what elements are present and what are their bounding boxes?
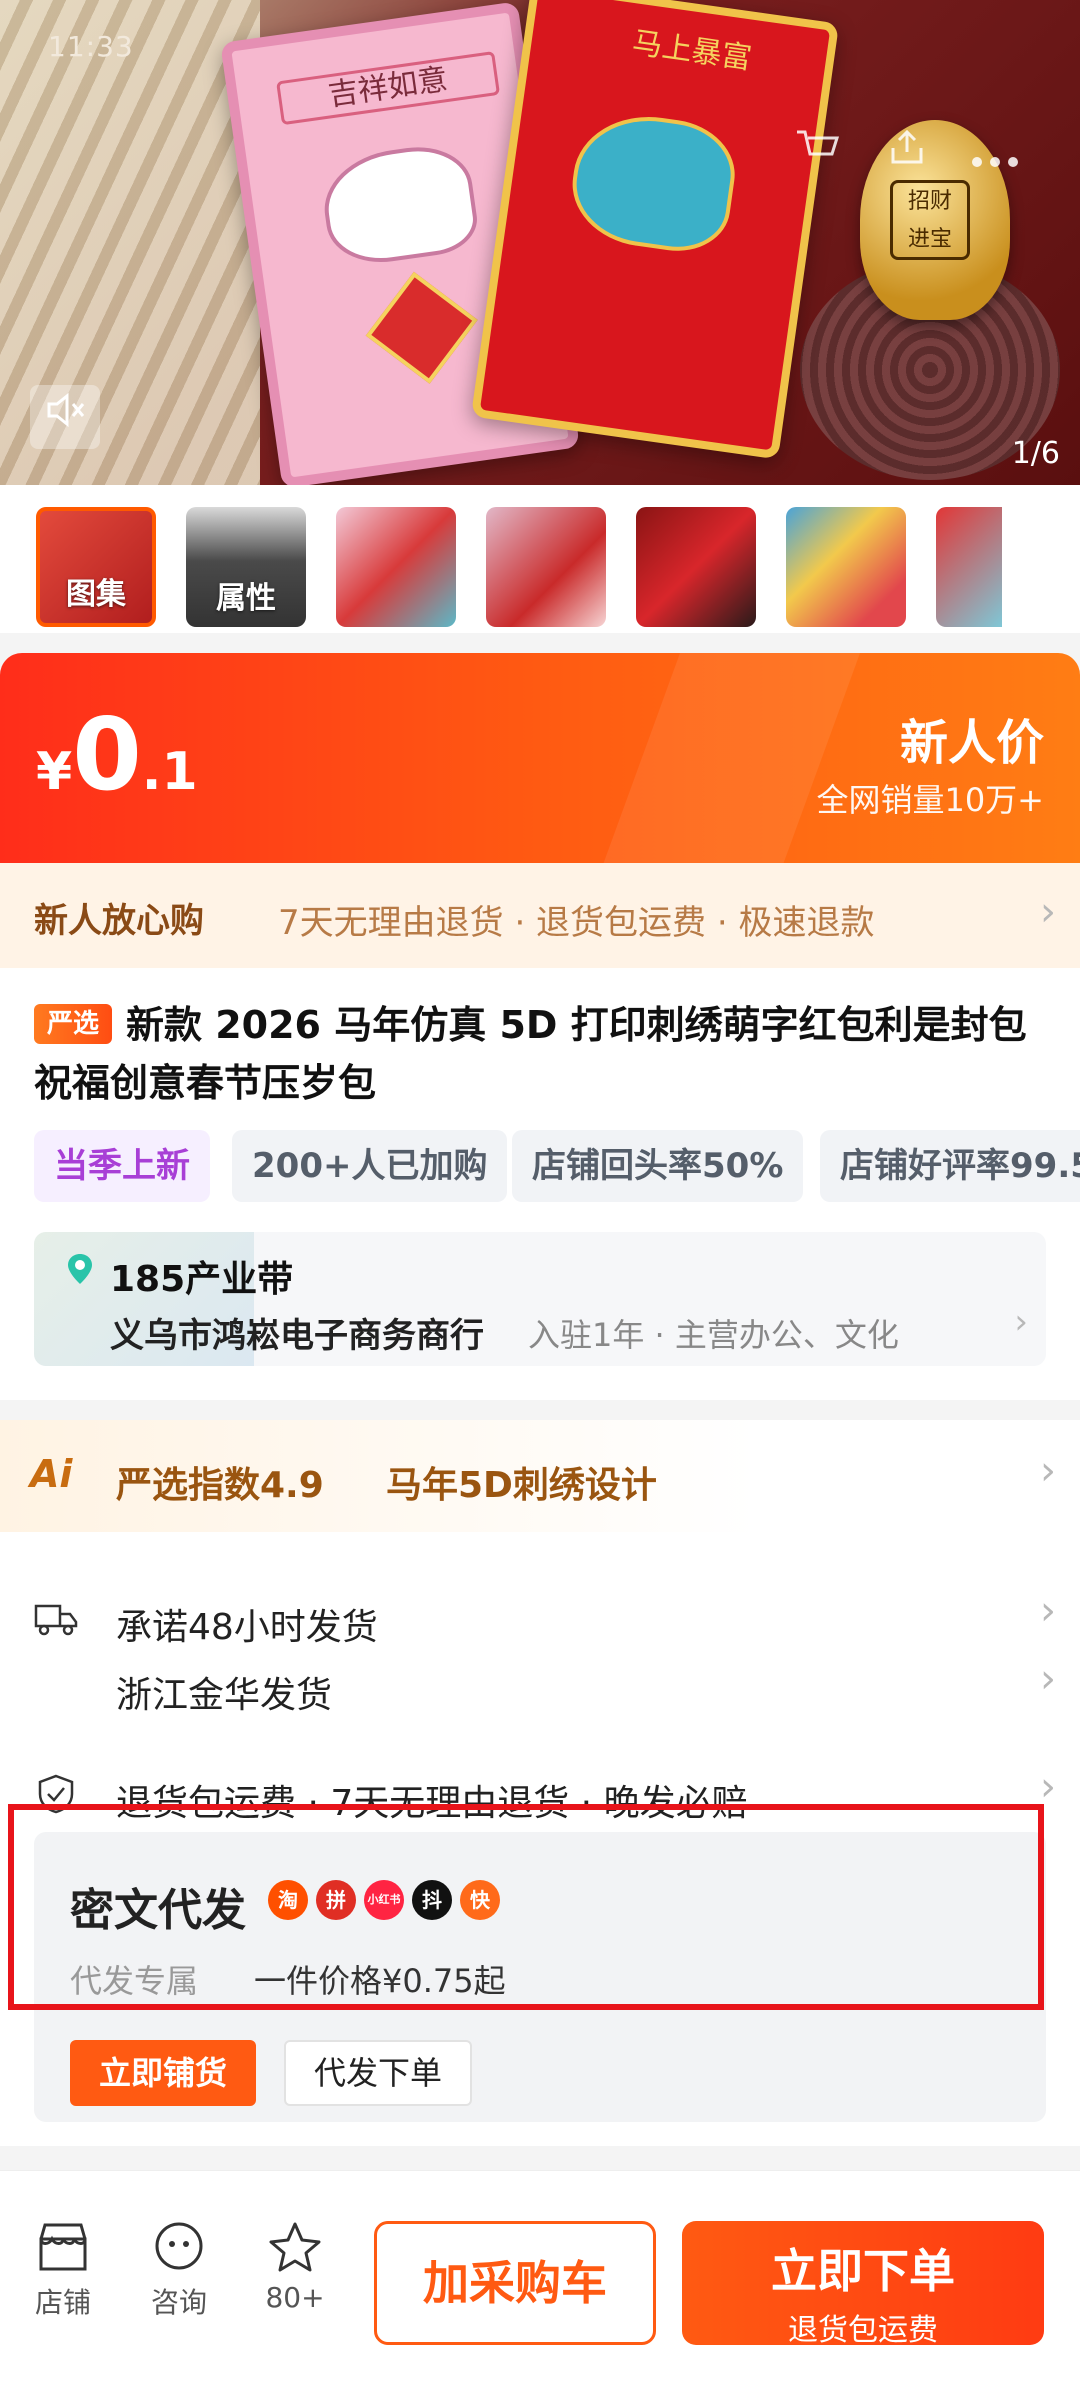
dropship-order-button[interactable]: 代发下单 (284, 2040, 472, 2106)
more-icon[interactable] (968, 128, 1022, 182)
bottom-action-bar: 店铺 咨询 80+ 加采购车 立即下单 退货包运费 (0, 2170, 1080, 2400)
chip-positive-rate: 店铺好评率99.5 (820, 1130, 1080, 1202)
currency-symbol: ¥ (36, 742, 73, 802)
product-info-card: 新款 2026 马年仿真 5D 打印刺绣萌字红包利是封包祝福创意春节压岁包 严选… (0, 968, 1080, 1400)
shield-check-icon (38, 1774, 74, 1814)
ship-from-row[interactable]: 浙江金华发货 › (0, 1656, 1080, 1720)
taobao-icon: 淘 (268, 1880, 308, 1920)
chip-repurchase-rate: 店铺回头率50% (512, 1130, 804, 1202)
red-envelope-image: 马上暴富 (470, 0, 840, 460)
store-label: 店铺 (34, 2286, 91, 2319)
store-name: 义乌市鸿崧电子商务商行 (110, 1316, 484, 1356)
status-time: 11:33 (48, 30, 134, 63)
add-to-cart-button[interactable]: 加采购车 (374, 2221, 656, 2345)
thumbnail-label: 属性 (216, 581, 276, 616)
buy-now-button[interactable]: 立即下单 退货包运费 (682, 2221, 1044, 2348)
horse-embroidery (317, 139, 482, 270)
ai-feature: 马年5D刺绣设计 (386, 1465, 657, 1506)
mute-icon[interactable] (30, 385, 100, 449)
thumbnail-image[interactable] (636, 507, 756, 627)
dropship-sub-label: 代发专属 (70, 1962, 199, 2000)
horse-embroidery (564, 106, 742, 258)
buy-now-sublabel: 退货包运费 (788, 2313, 938, 2348)
xiaohongshu-icon: 小红书 (364, 1880, 404, 1920)
newcomer-guarantee-bar[interactable]: 新人放心购 7天无理由退货 · 退货包运费 · 极速退款 › (0, 863, 1080, 968)
thumbnail-image[interactable] (786, 507, 906, 627)
product-hero-image[interactable]: 吉祥如意 马上暴富 招财 进宝 11:33 1/6 (0, 0, 1080, 485)
consult-label: 咨询 (150, 2286, 207, 2319)
product-detail-page: 吉祥如意 马上暴富 招财 进宝 11:33 1/6 图集 属性 ¥0.1 新人价… (0, 0, 1080, 2400)
selected-badge: 严选 (34, 1004, 112, 1044)
cart-icon[interactable] (790, 128, 844, 182)
returns-row[interactable]: 退货包运费 · 7天无理由退货 · 晚发必赔 › (0, 1764, 1080, 1828)
thumbnail-gallery[interactable]: 图集 (36, 507, 156, 627)
industry-belt: 185产业带 (110, 1259, 294, 1300)
fu-emblem (365, 271, 478, 384)
shipping-promise: 承诺48小时发货 (116, 1607, 378, 1648)
sales-count: 全网销量10万+ (816, 781, 1044, 819)
price: ¥0.1 (36, 705, 198, 805)
chevron-right-icon: › (1040, 1764, 1056, 1810)
ingot-stamp: 招财 进宝 (890, 180, 970, 260)
kuaishou-icon: 快 (460, 1880, 500, 1920)
pink-envelope-title: 吉祥如意 (276, 51, 501, 126)
douyin-icon: 抖 (412, 1880, 452, 1920)
services-card: Ai 严选指数4.9 马年5D刺绣设计 › 承诺48小时发货 › 浙江金华发货 … (0, 1420, 1080, 2146)
store-info[interactable]: 185产业带 义乌市鸿崧电子商务商行 入驻1年 · 主营办公、文化 › (34, 1232, 1046, 1366)
location-pin-icon (68, 1254, 92, 1284)
chevron-right-icon: › (1040, 1656, 1056, 1702)
ship-from: 浙江金华发货 (116, 1675, 333, 1716)
store-meta: 入驻1年 · 主营办公、文化 (528, 1316, 899, 1354)
price-banner: ¥0.1 新人价 全网销量10万+ (0, 653, 1080, 863)
guarantee-details: 7天无理由退货 · 退货包运费 · 极速退款 (278, 903, 875, 943)
thumbnail-label: 图集 (66, 577, 126, 612)
ai-badge: Ai (30, 1452, 73, 1496)
store-icon (39, 2223, 87, 2271)
ai-index: 严选指数4.9 (116, 1465, 324, 1506)
truck-icon (34, 1604, 78, 1636)
ai-index-row[interactable]: Ai 严选指数4.9 马年5D刺绣设计 › (0, 1420, 1080, 1532)
favorite-count: 80+ (265, 2281, 325, 2314)
chevron-right-icon: › (1040, 1588, 1056, 1634)
chevron-right-icon: › (1040, 1448, 1056, 1494)
returns-policy: 退货包运费 · 7天无理由退货 · 晚发必赔 (116, 1783, 748, 1824)
bolt-decoration (592, 653, 868, 863)
thumbnail-attributes[interactable]: 属性 (186, 507, 306, 627)
consult-nav-item[interactable]: 咨询 (134, 2221, 224, 2321)
store-nav-item[interactable]: 店铺 (18, 2221, 108, 2321)
shipping-promise-row[interactable]: 承诺48小时发货 › (0, 1588, 1080, 1652)
thumbnail-image[interactable] (486, 507, 606, 627)
guarantee-title: 新人放心购 (34, 901, 204, 941)
chevron-right-icon: › (1014, 1302, 1028, 1342)
chat-bubble-icon (155, 2222, 203, 2270)
stock-now-button[interactable]: 立即铺货 (70, 2040, 256, 2106)
dropship-title: 密文代发 (70, 1885, 246, 1936)
price-decimal: .1 (141, 742, 198, 802)
thumbnail-image[interactable] (336, 507, 456, 627)
dropship-price: 一件价格¥0.75起 (254, 1962, 506, 2000)
chip-added-to-cart: 200+人已加购 (232, 1130, 508, 1202)
chevron-right-icon: › (1040, 889, 1056, 935)
dropship-panel: 密文代发 淘 拼 小红书 抖 快 代发专属 一件价格¥0.75起 立即铺货 代发… (34, 1832, 1046, 2122)
gallery-page-indicator: 1/6 (1011, 436, 1060, 471)
pinduoduo-icon: 拼 (316, 1880, 356, 1920)
price-integer: 0 (72, 696, 142, 813)
star-icon (269, 2222, 321, 2272)
buy-now-label: 立即下单 (771, 2244, 955, 2298)
red-envelope-title: 马上暴富 (630, 25, 754, 77)
favorite-nav-item[interactable]: 80+ (250, 2221, 340, 2314)
thumbnail-image[interactable] (936, 507, 1002, 627)
chip-new-season: 当季上新 (34, 1130, 210, 1202)
newcomer-price-tag: 新人价 (899, 715, 1044, 771)
thumbnail-strip: 图集 属性 (0, 485, 1080, 633)
share-icon[interactable] (880, 128, 934, 182)
product-title: 新款 2026 马年仿真 5D 打印刺绣萌字红包利是封包祝福创意春节压岁包 (34, 1003, 1027, 1105)
